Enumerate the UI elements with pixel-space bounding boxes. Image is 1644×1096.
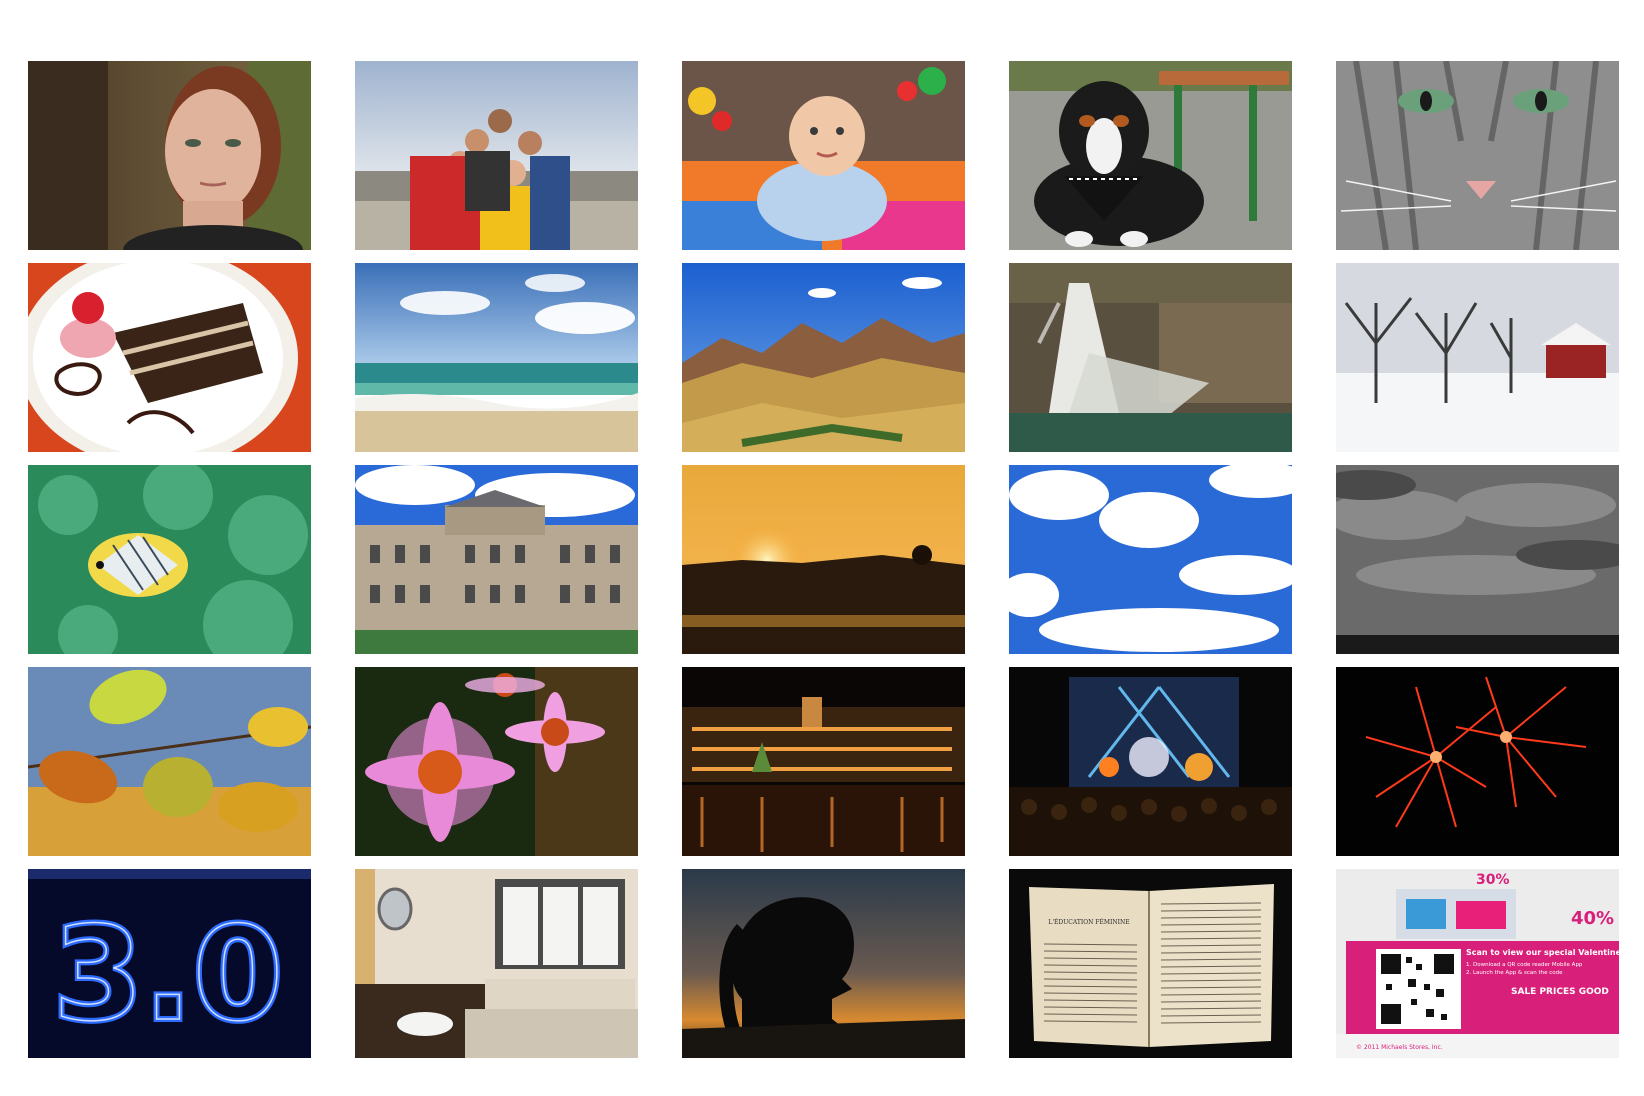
pink-coneflowers-image [355, 667, 638, 856]
flyer-percent-a: 30% [1476, 872, 1510, 888]
photo-portrait-woman[interactable] [28, 61, 311, 250]
baby-on-playmat-image [682, 61, 965, 250]
sunset-hills-image [682, 465, 965, 654]
snowy-barn-image [1336, 263, 1619, 452]
photo-neon-3-0-sign[interactable]: 3.0 3.0 [28, 869, 311, 1058]
photo-butterflyfish-reef[interactable] [28, 465, 311, 654]
mountain-range-image [682, 263, 965, 452]
flyer-percent-b: 40% [1571, 908, 1614, 929]
photo-autumn-leaves[interactable] [28, 667, 311, 856]
photo-collage-page: 3.0 3.0 L'ÉDUCATION FÉMININE 30% 40% Sca… [0, 0, 1644, 1096]
photo-baby-on-playmat[interactable] [682, 61, 965, 250]
photo-waterfall-canyon[interactable] [1009, 263, 1292, 452]
tabby-cat-face-image [1336, 61, 1619, 250]
overcast-storm-clouds-image [1336, 465, 1619, 654]
autumn-leaves-image [28, 667, 311, 856]
tropical-beach-image [355, 263, 638, 452]
harbor-night-lights-image [682, 667, 965, 856]
flyer-step-2: 2. Launch the App & scan the code [1466, 970, 1563, 976]
photo-flyer-qr-code[interactable]: 30% 40% Scan to view our special Valenti… [1336, 869, 1619, 1058]
hotel-bathroom-image [355, 869, 638, 1058]
blue-sky-clouds-image [1009, 465, 1292, 654]
chocolate-cake-plate-image [28, 263, 311, 452]
photo-pink-coneflowers[interactable] [355, 667, 638, 856]
photo-tabby-cat-face[interactable] [1336, 61, 1619, 250]
bernese-dog-bandana-image [1009, 61, 1292, 250]
butterflyfish-reef-image [28, 465, 311, 654]
waterfall-canyon-image [1009, 263, 1292, 452]
palace-building-image [355, 465, 638, 654]
photo-hotel-bathroom[interactable] [355, 869, 638, 1058]
photo-concert-stage[interactable] [1009, 667, 1292, 856]
photo-overcast-storm-clouds[interactable] [1336, 465, 1619, 654]
flyer-qr-code-image: 30% 40% Scan to view our special Valenti… [1336, 869, 1619, 1058]
photo-blue-sky-clouds[interactable] [1009, 465, 1292, 654]
photo-harbor-night-lights[interactable] [682, 667, 965, 856]
portrait-woman-image [28, 61, 311, 250]
flyer-sale-text: SALE PRICES GOOD [1511, 987, 1609, 997]
red-fireworks-image [1336, 667, 1619, 856]
flyer-copyright: © 2011 Michaels Stores, Inc. [1356, 1044, 1443, 1051]
photo-tropical-beach[interactable] [355, 263, 638, 452]
book-heading-text: L'ÉDUCATION FÉMININE [1048, 918, 1129, 926]
photo-red-fireworks[interactable] [1336, 667, 1619, 856]
neon-3-0-sign-image: 3.0 3.0 [28, 869, 311, 1058]
photo-palace-building[interactable] [355, 465, 638, 654]
photo-mountain-range[interactable] [682, 263, 965, 452]
photo-grid: 3.0 3.0 L'ÉDUCATION FÉMININE 30% 40% Sca… [28, 61, 1619, 1058]
photo-snowy-barn[interactable] [1336, 263, 1619, 452]
silhouette-sunset-image [682, 869, 965, 1058]
neon-sign-glow-text: 3.0 [53, 898, 283, 1050]
concert-stage-image [1009, 667, 1292, 856]
open-book-image: L'ÉDUCATION FÉMININE [1009, 869, 1292, 1058]
photo-chocolate-cake-plate[interactable] [28, 263, 311, 452]
photo-sunset-hills[interactable] [682, 465, 965, 654]
flyer-step-1: 1. Download a QR code reader Mobile App [1466, 962, 1583, 968]
photo-bernese-dog-bandana[interactable] [1009, 61, 1292, 250]
photo-open-book[interactable]: L'ÉDUCATION FÉMININE [1009, 869, 1292, 1058]
photo-silhouette-sunset[interactable] [682, 869, 965, 1058]
photo-group-selfie[interactable] [355, 61, 638, 250]
group-selfie-image [355, 61, 638, 250]
flyer-scan-text: Scan to view our special Valentine [1466, 948, 1619, 957]
